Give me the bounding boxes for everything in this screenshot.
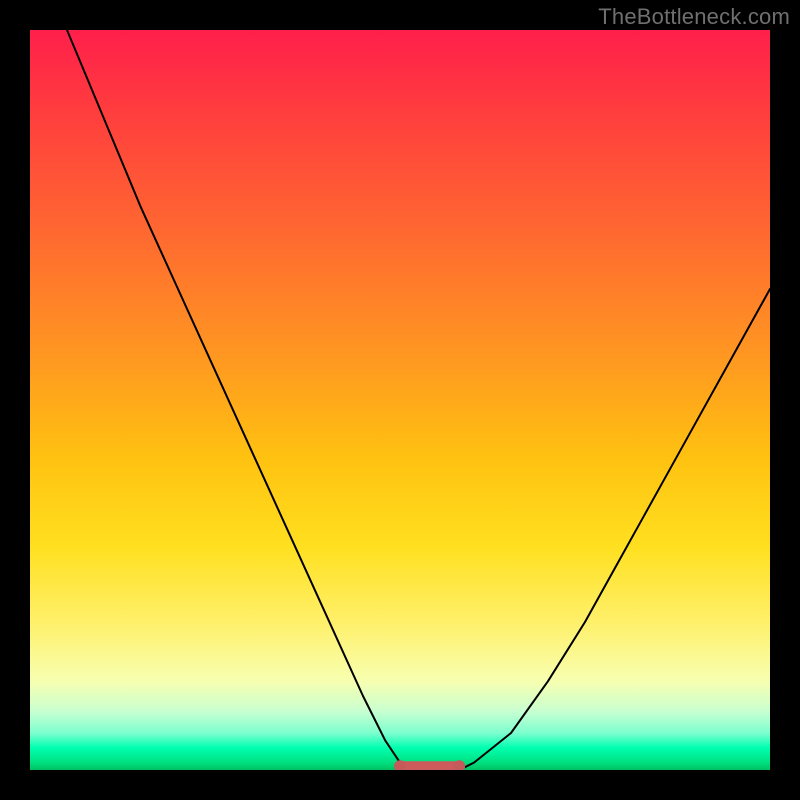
watermark-text: TheBottleneck.com [598, 4, 790, 30]
bottleneck-curve [30, 30, 770, 770]
chart-frame: TheBottleneck.com [0, 0, 800, 800]
plot-area [30, 30, 770, 770]
curve-path [67, 30, 770, 770]
